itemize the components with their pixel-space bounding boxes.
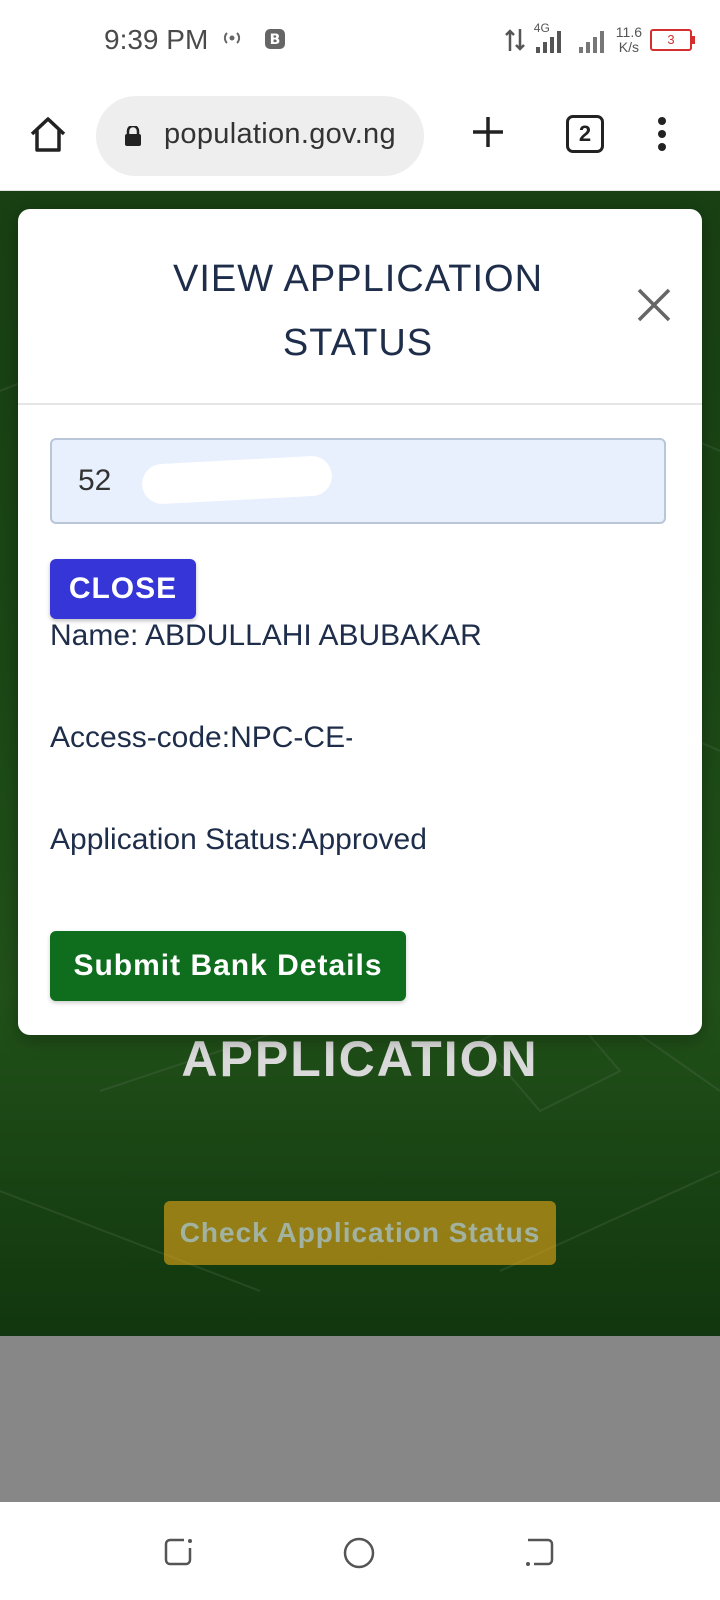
network-type: 4G xyxy=(533,21,550,35)
application-id-value: 52 xyxy=(78,464,112,497)
data-transfer-icon xyxy=(504,29,525,51)
lock-icon xyxy=(125,126,141,146)
submit-bank-details-button[interactable]: Submit Bank Details xyxy=(50,931,406,1001)
network-speed: 11.6 K/s xyxy=(616,25,642,55)
url-text: population.gov.ng xyxy=(164,118,396,150)
app-notification-icon: B xyxy=(265,29,285,49)
browser-toolbar: population.gov.ng 2 xyxy=(0,80,720,191)
page-footer-area xyxy=(0,1336,720,1502)
application-status: Application Status:Approved xyxy=(50,823,427,856)
application-id-input[interactable]: 52 xyxy=(50,438,666,524)
home-nav-icon[interactable] xyxy=(342,1536,376,1570)
access-code-line: Access-code:NPC-CE-9 xyxy=(50,717,472,761)
hotspot-icon xyxy=(223,32,241,44)
close-icon[interactable] xyxy=(636,287,672,323)
battery-icon: 3 xyxy=(650,29,695,51)
new-tab-icon[interactable] xyxy=(470,114,506,150)
application-status-modal: VIEW APPLICATION STATUS 52 CLOSE Name: A… xyxy=(18,209,702,1035)
battery-level: 3 xyxy=(667,32,675,47)
tab-switcher-button[interactable]: 2 xyxy=(566,115,604,153)
status-bar: 9:39 PM B 4G 11.6 K/s 3 xyxy=(0,0,720,80)
check-application-status-button[interactable]: Check Application Status xyxy=(164,1201,556,1265)
system-nav-bar xyxy=(0,1502,720,1600)
modal-header: VIEW APPLICATION STATUS xyxy=(18,209,702,405)
modal-title: VIEW APPLICATION STATUS xyxy=(172,258,544,364)
signal-2-icon xyxy=(578,31,604,53)
speed-unit: K/s xyxy=(618,39,639,55)
recent-apps-icon[interactable] xyxy=(162,1536,194,1568)
clock: 9:39 PM xyxy=(104,24,209,55)
more-menu-icon[interactable] xyxy=(656,116,668,152)
status-indicators: 4G 11.6 K/s 3 xyxy=(504,20,695,60)
access-code: Access-code:NPC-CE-9 xyxy=(50,721,372,754)
home-icon[interactable] xyxy=(28,114,68,154)
back-icon[interactable] xyxy=(524,1536,556,1568)
address-bar[interactable]: population.gov.ng xyxy=(96,96,424,176)
redaction-mark xyxy=(141,455,333,505)
redaction-mark xyxy=(352,717,472,761)
svg-text:B: B xyxy=(270,32,281,48)
applicant-name: Name: ABDULLAHI ABUBAKAR xyxy=(50,619,482,652)
page-heading: APPLICATION xyxy=(181,1031,539,1087)
speed-value: 11.6 xyxy=(615,24,642,40)
close-button[interactable]: CLOSE xyxy=(50,559,196,619)
